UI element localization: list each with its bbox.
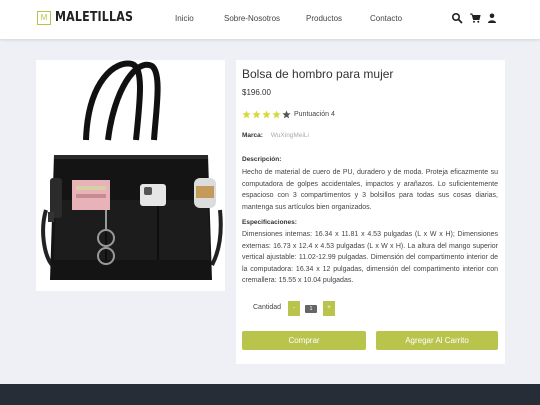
specs-label: Especificaciones: bbox=[242, 219, 297, 226]
star-empty-icon bbox=[282, 110, 291, 119]
logo-mark: M bbox=[37, 10, 51, 25]
logo[interactable]: M MALETILLAS bbox=[37, 10, 147, 25]
brand-value: WuXingMeiLi bbox=[270, 132, 309, 139]
product-image bbox=[41, 60, 223, 280]
cart-icon[interactable] bbox=[469, 12, 481, 24]
description-label: Descripción: bbox=[242, 156, 282, 163]
buy-button[interactable]: Comprar bbox=[242, 331, 366, 350]
nav-link-contact[interactable]: Contacto bbox=[370, 14, 402, 23]
description-text: Hecho de material de cuero de PU, durade… bbox=[242, 169, 498, 211]
user-icon[interactable] bbox=[486, 12, 498, 24]
nav-link-products[interactable]: Productos bbox=[306, 14, 342, 23]
product-price: $196.00 bbox=[242, 88, 271, 97]
search-icon[interactable] bbox=[451, 12, 463, 24]
quantity-increase-button[interactable]: + bbox=[323, 301, 335, 316]
specs-text: Dimensiones internas: 16.34 x 11.81 x 4.… bbox=[242, 231, 498, 284]
brand-label: Marca: bbox=[242, 132, 263, 139]
add-to-cart-button[interactable]: Agregar Al Carrito bbox=[376, 331, 498, 350]
star-filled-icon bbox=[252, 110, 261, 119]
quantity-decrease-button[interactable]: - bbox=[288, 301, 300, 316]
star-filled-icon bbox=[242, 110, 251, 119]
logo-text: MALETILLAS bbox=[55, 10, 134, 25]
brand-row: Marca: WuXingMeiLi bbox=[242, 132, 309, 139]
nav-link-about[interactable]: Sobre-Nosotros bbox=[224, 14, 280, 23]
product-image-panel bbox=[36, 60, 225, 291]
nav-link-home[interactable]: Inicio bbox=[175, 14, 194, 23]
site-header: M MALETILLAS Inicio Sobre-Nosotros Produ… bbox=[0, 0, 540, 39]
star-filled-icon bbox=[272, 110, 281, 119]
product-title: Bolsa de hombro para mujer bbox=[242, 67, 394, 81]
star-filled-icon bbox=[262, 110, 271, 119]
quantity-label: Cantidad bbox=[253, 304, 282, 311]
rating: Puntuación 4 bbox=[242, 110, 335, 119]
rating-label: Puntuación 4 bbox=[294, 111, 335, 118]
quantity-value[interactable]: 1 bbox=[305, 305, 317, 313]
site-footer bbox=[0, 384, 540, 405]
